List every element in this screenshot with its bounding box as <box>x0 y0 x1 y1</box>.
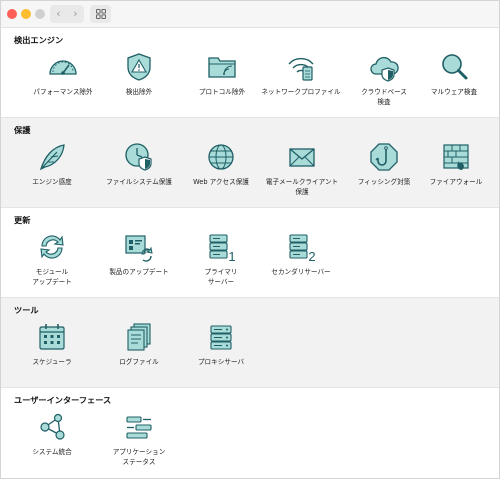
item-label: プロトコル除外 <box>198 88 246 96</box>
pref-application-statuses[interactable]: アプリケーション ステータス <box>94 412 184 467</box>
warning-shield-icon <box>127 53 151 81</box>
section-title: 検出エンジン <box>14 35 64 45</box>
server-badge-1: 1 <box>228 249 235 262</box>
nodes-icon <box>40 413 65 440</box>
status-bars-icon <box>126 416 152 439</box>
pref-network-profiles[interactable]: ネットワークプロファイル <box>256 52 346 97</box>
section-update: 更新 モジュール アップデート 製品のアップデート 1 プライマリ サーバー 2… <box>1 208 499 298</box>
server-badge-2: 2 <box>308 249 315 262</box>
pref-primary-server[interactable]: 1 プライマリ サーバー <box>176 232 266 287</box>
item-label: ファイルシステム保護 <box>106 178 172 186</box>
item-label: マルウェア検査 <box>430 88 478 96</box>
feather-icon <box>39 144 65 171</box>
item-label: プライマリ サーバー <box>204 268 238 286</box>
minimize-window-button[interactable] <box>21 9 31 19</box>
log-files-icon <box>127 323 151 351</box>
item-label: セカンダリサーバー <box>271 268 331 276</box>
close-window-button[interactable] <box>7 9 17 19</box>
gauge-icon <box>49 60 77 75</box>
clock-shield-icon <box>125 143 152 171</box>
forward-button[interactable]: › <box>67 5 84 23</box>
item-label: ネットワークプロファイル <box>261 88 341 96</box>
zoom-window-button[interactable] <box>35 9 45 19</box>
pref-product-update[interactable]: 製品のアップデート <box>94 232 184 277</box>
server-2-icon: 2 <box>289 234 316 262</box>
pref-malware-scans[interactable]: マルウェア検査 <box>409 52 499 97</box>
section-user-interface: ユーザーインターフェース システム統合 アプリケーション ステータス <box>1 388 499 478</box>
pref-web-access-protection[interactable]: Web アクセス保護 <box>176 142 266 187</box>
pref-file-system-protection[interactable]: ファイルシステム保護 <box>94 142 184 187</box>
show-all-button[interactable] <box>90 5 111 23</box>
pref-engine-sensitivity[interactable]: エンジン感度 <box>7 142 97 187</box>
navigation-buttons: ‹ › <box>50 5 84 23</box>
folder-icon <box>208 57 236 78</box>
item-label: アプリケーション ステータス <box>112 448 166 466</box>
server-1-icon: 1 <box>209 234 236 262</box>
proxy-server-icon <box>210 325 232 350</box>
grid-icon <box>95 9 106 19</box>
preferences-window: ‹ › 検出エンジン パフォーマンス除外 検出除外 プロトコル除外 ネットワーク… <box>0 0 500 479</box>
item-label: システム統合 <box>32 448 72 456</box>
section-tools: ツール スケジューラ ログファイル プロキシサーバ <box>1 298 499 388</box>
envelope-icon <box>289 148 315 167</box>
back-button[interactable]: ‹ <box>50 5 67 23</box>
section-title: 保護 <box>14 125 31 135</box>
section-detection-engine: 検出エンジン パフォーマンス除外 検出除外 プロトコル除外 ネットワークプロファ… <box>1 28 499 118</box>
item-label: スケジューラ <box>32 358 72 366</box>
wifi-device-icon <box>288 57 314 81</box>
firewall-icon <box>443 144 469 170</box>
item-label: 検出除外 <box>125 88 153 96</box>
item-label: プロキシサーバ <box>197 358 245 366</box>
pref-log-files[interactable]: ログファイル <box>94 322 184 367</box>
item-label: Web アクセス保護 <box>193 178 249 186</box>
title-bar: ‹ › <box>1 1 499 28</box>
pref-system-integration[interactable]: システム統合 <box>7 412 97 457</box>
item-label: モジュール アップデート <box>32 268 72 286</box>
window-refresh-icon <box>125 235 153 262</box>
pref-module-update[interactable]: モジュール アップデート <box>7 232 97 287</box>
item-label: エンジン感度 <box>32 178 72 186</box>
globe-icon <box>208 144 234 170</box>
pref-protocol-exclusions[interactable]: プロトコル除外 <box>177 52 267 97</box>
cloud-shield-icon <box>370 56 399 82</box>
pref-email-client-protection[interactable]: 電子メールクライアント 保護 <box>257 142 347 197</box>
magnifier-icon <box>442 54 468 80</box>
section-protection: 保護 エンジン感度 ファイルシステム保護 Web アクセス保護 電子メールクライ… <box>1 118 499 208</box>
section-title: ツール <box>14 305 39 315</box>
pref-scheduler[interactable]: スケジューラ <box>7 322 97 367</box>
item-label: ファイアウォール <box>429 178 483 186</box>
item-label: ログファイル <box>119 358 159 366</box>
pref-detection-exclusions[interactable]: 検出除外 <box>94 52 184 97</box>
sync-icon <box>40 235 64 259</box>
section-title: ユーザーインターフェース <box>14 395 112 405</box>
item-label: 電子メールクライアント 保護 <box>265 178 339 196</box>
pref-proxy-server[interactable]: プロキシサーバ <box>176 322 266 367</box>
calendar-icon <box>39 324 65 350</box>
fishhook-icon <box>370 143 398 171</box>
pref-firewall[interactable]: ファイアウォール <box>411 142 500 187</box>
section-title: 更新 <box>14 215 31 225</box>
pref-secondary-server[interactable]: 2 セカンダリサーバー <box>256 232 346 277</box>
item-label: 製品のアップデート <box>109 268 169 276</box>
